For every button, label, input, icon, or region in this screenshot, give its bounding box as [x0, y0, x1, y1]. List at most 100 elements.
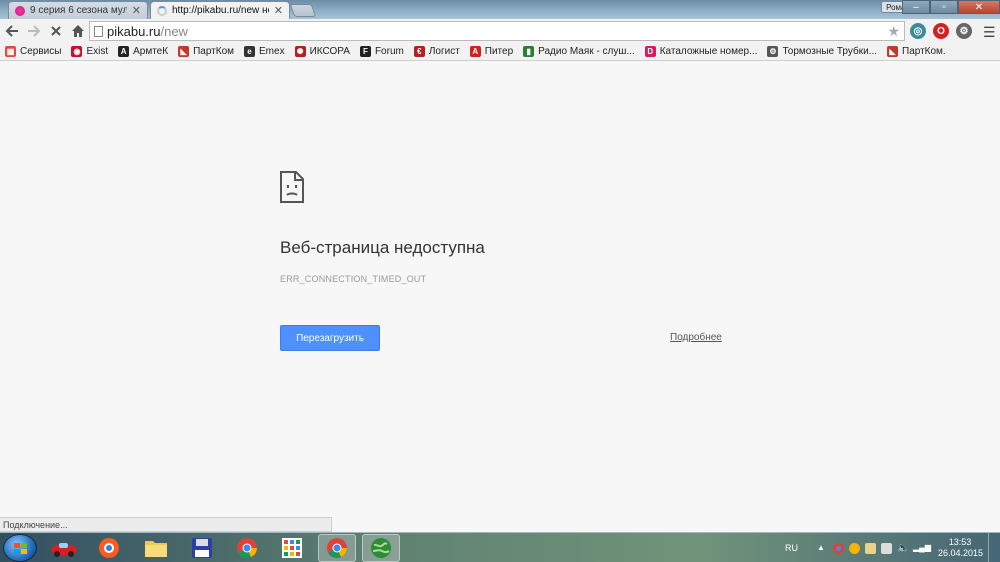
bookmark-item[interactable]: e Emex	[244, 46, 285, 57]
bookmark-label: Радио Маяк - слуш...	[538, 46, 635, 57]
tab-cartoon[interactable]: 9 серия 6 сезона мультс ✕	[8, 1, 148, 19]
tray-app-icon[interactable]	[865, 542, 876, 554]
emex-icon: e	[244, 46, 256, 57]
bookmark-label: Exist	[86, 46, 109, 57]
clock[interactable]: 13:53 26.04.2015	[938, 537, 983, 559]
error-title: Веб-страница недоступна	[280, 238, 485, 257]
browser-toolbar: pikabu.ru/new ★	[0, 19, 1000, 43]
taskbar-chrome-active[interactable]	[318, 534, 356, 562]
back-arrow-icon	[5, 25, 18, 37]
taskbar-cars-game[interactable]	[45, 534, 83, 562]
show-desktop-button[interactable]	[988, 533, 1000, 562]
new-tab-button[interactable]	[289, 4, 317, 17]
tab-pikabu[interactable]: http://pikabu.ru/new недо ✕	[150, 1, 290, 19]
status-bubble: Подключение...	[0, 517, 332, 532]
url-text[interactable]: pikabu.ru/new	[107, 24, 188, 39]
bookmark-label: Сервисы	[20, 46, 62, 57]
bookmark-label: ПартКом.	[902, 46, 946, 57]
apps-grid-icon	[282, 538, 302, 558]
bookmark-item[interactable]: A Питер	[469, 46, 513, 57]
tray-norton-icon[interactable]	[849, 542, 860, 554]
extension-gear-icon[interactable]: ⚙	[956, 23, 972, 39]
bookmark-item[interactable]: ◣ ПартКом.	[887, 46, 946, 57]
details-link[interactable]: Подробнее	[670, 332, 722, 343]
url-path: /new	[160, 23, 188, 39]
tab-close-icon[interactable]: ✕	[274, 4, 283, 17]
close-window-button[interactable]: ✕	[958, 0, 1000, 14]
menu-hamburger-icon[interactable]: ☰	[983, 24, 996, 41]
start-button[interactable]	[3, 534, 37, 562]
taskbar-chrome[interactable]	[228, 534, 266, 562]
piter-icon: A	[469, 46, 481, 57]
bookmark-item[interactable]: ◉ Exist	[71, 46, 108, 57]
bookmark-item[interactable]: ▦ Сервисы	[5, 46, 61, 57]
ixora-icon: ✺	[294, 46, 306, 57]
partkom-icon-2: ◣	[887, 46, 898, 57]
chrome-icon	[327, 538, 347, 558]
bookmark-label: Тормозные Трубки...	[782, 46, 877, 57]
bookmark-item[interactable]: D Каталожные номер...	[644, 46, 757, 57]
back-button[interactable]	[2, 21, 22, 41]
apps-grid-icon: ▦	[5, 46, 16, 57]
bookmark-item[interactable]: A АрмтеК	[118, 46, 168, 57]
folder-icon	[145, 541, 167, 557]
exist-icon: ◉	[71, 46, 83, 57]
maximize-button[interactable]: ▫	[930, 0, 958, 14]
extension-opera-icon[interactable]: O	[933, 23, 949, 39]
taskbar-globe-app[interactable]	[362, 534, 400, 562]
reload-button[interactable]: Перезагрузить	[280, 325, 380, 351]
volume-icon[interactable]: 🔈	[897, 543, 909, 554]
address-bar[interactable]: pikabu.ru/new ★	[89, 21, 905, 41]
taskbar-save-app[interactable]	[183, 534, 221, 562]
bookmark-label: АрмтеК	[133, 46, 169, 57]
bookmarks-bar: ▦ Сервисы ◉ Exist A АрмтеК ◣ ПартКом e Emex ✺ ИКСОР…	[0, 43, 1000, 61]
system-tray: RU ▲ 🔈 ▂▄▆	[785, 533, 931, 562]
bookmark-label: Emex	[259, 46, 285, 57]
armtek-icon: A	[118, 46, 130, 57]
catalog-icon: D	[644, 46, 656, 57]
taskbar-apps[interactable]	[273, 534, 311, 562]
windows-logo-icon	[14, 543, 27, 554]
partkom-icon: ◣	[178, 46, 190, 57]
bookmark-item[interactable]: ⚙ Тормозные Трубки...	[767, 46, 877, 57]
bookmark-label: ПартКом	[193, 46, 235, 57]
forward-button[interactable]	[24, 21, 44, 41]
extension-shield-icon[interactable]: ◎	[910, 23, 926, 39]
radio-mayak-icon: ▮	[523, 46, 535, 57]
bookmark-item[interactable]: ✺ ИКСОРА	[294, 46, 350, 57]
floppy-disk-icon	[192, 538, 212, 558]
sad-page-icon	[280, 171, 304, 203]
tray-chrome-icon[interactable]	[833, 542, 844, 554]
bookmark-item[interactable]: ▮ Радио Маяк - слуш...	[523, 46, 635, 57]
tab-favicon	[15, 5, 25, 16]
tray-flag-icon[interactable]	[881, 542, 892, 554]
network-icon[interactable]: ▂▄▆	[913, 543, 931, 554]
bookmark-item[interactable]: ◣ ПартКом	[178, 46, 234, 57]
stop-button[interactable]	[46, 21, 66, 41]
error-code: ERR_CONNECTION_TIMED_OUT	[280, 274, 427, 284]
forward-arrow-icon	[28, 25, 41, 37]
taskbar-yandex-browser[interactable]	[90, 534, 128, 562]
clock-time: 13:53	[948, 537, 972, 547]
taskbar-explorer[interactable]	[137, 534, 175, 562]
minimize-button[interactable]: –	[902, 0, 930, 14]
language-indicator[interactable]: RU	[785, 543, 798, 553]
tab-label: http://pikabu.ru/new недо	[172, 5, 269, 16]
forum-icon: F	[359, 46, 371, 57]
tab-close-icon[interactable]: ✕	[132, 4, 141, 17]
loading-spinner-icon	[157, 5, 167, 16]
stop-x-icon	[51, 26, 61, 36]
window-controls: – ▫ ✕	[902, 0, 1000, 14]
bookmark-star-icon[interactable]: ★	[887, 23, 900, 40]
brake-tubes-icon: ⚙	[767, 46, 779, 57]
bookmark-item[interactable]: € Логист	[413, 46, 460, 57]
logist-icon: €	[413, 46, 425, 57]
home-icon	[72, 25, 84, 37]
yandex-browser-icon	[99, 538, 119, 558]
home-button[interactable]	[68, 21, 88, 41]
tray-arrow-icon[interactable]: ▲	[817, 543, 828, 554]
globe-icon	[371, 538, 391, 558]
page-content: Веб-страница недоступна ERR_CONNECTION_T…	[0, 62, 1000, 532]
bookmark-label: ИКСОРА	[309, 46, 350, 57]
bookmark-item[interactable]: F Forum	[359, 46, 404, 57]
